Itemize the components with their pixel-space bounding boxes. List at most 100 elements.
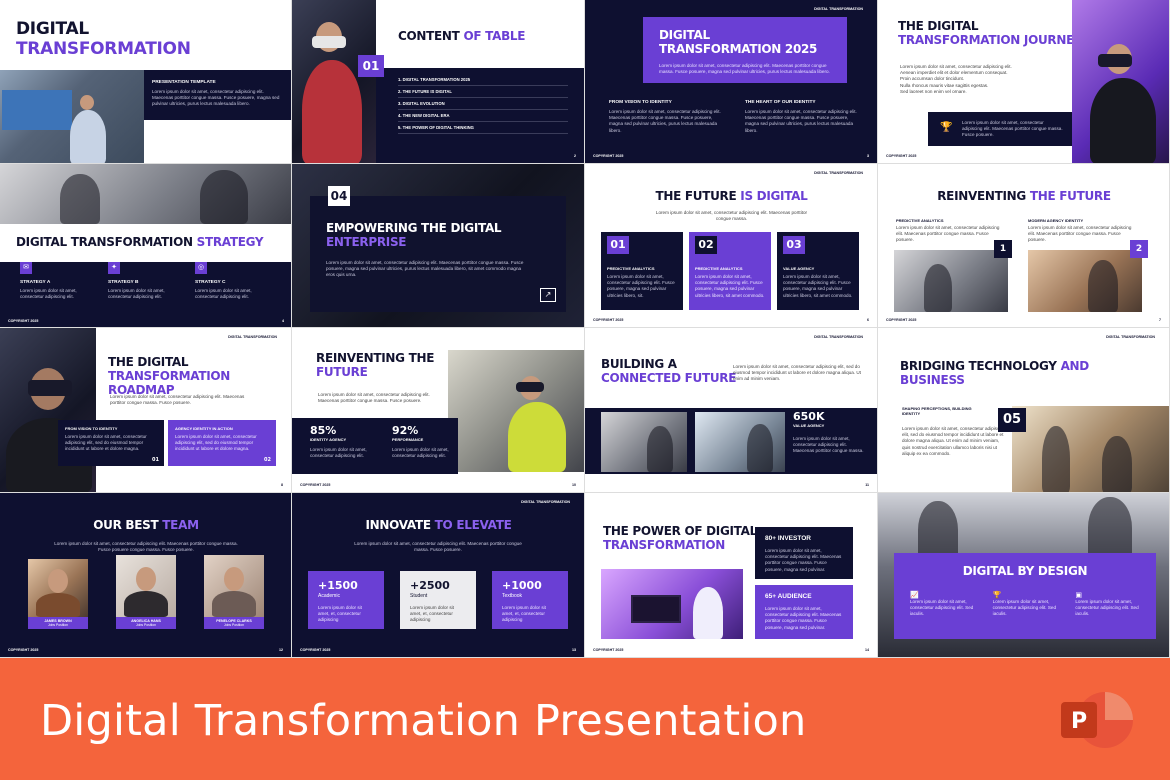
monitor-graphic bbox=[631, 595, 681, 623]
page-number: 3 bbox=[867, 154, 869, 158]
title-a: THE DIGITAL bbox=[108, 355, 189, 369]
slide-12-bridging[interactable]: DIGITAL TRANSFORMATION BRIDGING TECHNOLO… bbox=[878, 328, 1170, 493]
title-b: IS DIGITAL bbox=[740, 189, 808, 203]
stat-value: +1500 bbox=[318, 579, 358, 592]
card-label: PREDICTIVE ANALYTICS bbox=[607, 266, 655, 271]
title-c: BUSINESS bbox=[900, 372, 965, 387]
stat-text: Lorem ipsum dolor sit amet, et, consecte… bbox=[318, 605, 362, 623]
toc-item[interactable]: 1. DIGITAL TRANSFORMATION 2025 bbox=[398, 74, 568, 86]
slide-11-connected[interactable]: DIGITAL TRANSFORMATION BUILDING A CONNEC… bbox=[585, 328, 878, 493]
avatar bbox=[204, 555, 264, 617]
column-1: PREDICTIVE ANALYTICS Lorem ipsum dolor s… bbox=[896, 218, 1006, 244]
strategy-text: Lorem ipsum dolor sit amet, consectetur … bbox=[20, 288, 77, 300]
slide-2-content[interactable]: CONTENT OF TABLE 01 1. DIGITAL TRANSFORM… bbox=[292, 0, 585, 164]
footer-copyright: COPYRIGHT 2025 bbox=[886, 154, 917, 158]
brand-label: DIGITAL TRANSFORMATION bbox=[521, 500, 570, 504]
title-b: FUTURE bbox=[316, 364, 368, 379]
title-b: THE FUTURE bbox=[1029, 189, 1111, 203]
person-body bbox=[747, 424, 773, 472]
team-photo bbox=[1012, 406, 1169, 492]
stat-label: Academic bbox=[318, 593, 340, 599]
slide-13-team[interactable]: OUR BEST TEAM Lorem ipsum dolor sit amet… bbox=[0, 493, 292, 658]
toc-item[interactable]: 3. DIGITAL EVOLUTION bbox=[398, 98, 568, 110]
person-body bbox=[693, 587, 723, 639]
slide-15-power[interactable]: THE POWER OF DIGITAL TRANSFORMATION 80+ … bbox=[585, 493, 878, 658]
subtitle: PRESENTATION TEMPLATE bbox=[152, 80, 216, 85]
slide-9-roadmap[interactable]: DIGITAL TRANSFORMATION THE DIGITAL TRANS… bbox=[0, 328, 292, 493]
member-role: Jobs Position bbox=[223, 623, 245, 627]
title-line-1: DIGITAL bbox=[16, 19, 89, 39]
vr-headset-icon bbox=[516, 382, 544, 392]
col2-text: Lorem ipsum dolor sit amet, consectetur … bbox=[745, 109, 857, 133]
stat-text: Lorem ipsum dolor sit amet, consectetur … bbox=[310, 447, 367, 459]
subtitle-box: PRESENTATION TEMPLATE Lorem ipsum dolor … bbox=[144, 70, 291, 120]
office-photo bbox=[0, 70, 144, 163]
slide-7-future-digital[interactable]: DIGITAL TRANSFORMATION THE FUTURE IS DIG… bbox=[585, 164, 878, 328]
title-b: STRATEGY bbox=[196, 235, 264, 249]
toc-item[interactable]: 4. THE NEW DIGITAL ERA bbox=[398, 110, 568, 122]
page-number: 8 bbox=[281, 483, 283, 487]
chart-icon: 📈 bbox=[910, 591, 919, 599]
card-label: PREDICTIVE ANALYTICS bbox=[695, 266, 743, 271]
toc-list: 1. DIGITAL TRANSFORMATION 2025 2. THE FU… bbox=[398, 74, 568, 134]
gaming-desk-photo bbox=[601, 569, 743, 639]
powerpoint-icon[interactable]: P bbox=[1057, 689, 1135, 751]
image-icon: ▣ bbox=[1075, 591, 1082, 599]
person-body bbox=[1088, 260, 1118, 312]
slide-16-title: DIGITAL BY DESIGN bbox=[962, 564, 1088, 578]
slide-5-strategy[interactable]: DIGITAL TRANSFORMATION STRATEGY ✉ STRATE… bbox=[0, 164, 292, 328]
stat-value: 65+ AUDIENCE bbox=[765, 593, 812, 600]
card1-heading: FROM VISION TO IDENTITY bbox=[65, 426, 118, 431]
person-body bbox=[1042, 426, 1070, 492]
card-1: 01 PREDICTIVE ANALYTICS Lorem ipsum dolo… bbox=[601, 232, 683, 310]
footer-copyright: COPYRIGHT 2025 bbox=[593, 318, 624, 322]
member-role: Jobs Position bbox=[135, 623, 157, 627]
slide-10-reinventing[interactable]: REINVENTING THE FUTURE Lorem ipsum dolor… bbox=[292, 328, 585, 493]
slide-8-reinventing[interactable]: REINVENTING THE FUTURE PREDICTIVE ANALYT… bbox=[878, 164, 1170, 328]
card-text: Lorem ipsum dolor sit amet, consectetur … bbox=[695, 274, 765, 298]
body-text: Lorem ipsum dolor sit amet, consectetur … bbox=[152, 89, 280, 107]
stat-value: +1000 bbox=[502, 579, 542, 592]
avatar bbox=[28, 559, 88, 617]
title-box: DIGITAL TRANSFORMATION 2025 Lorem ipsum … bbox=[643, 17, 847, 83]
slide-3-title: DIGITAL TRANSFORMATION 2025 bbox=[659, 28, 818, 56]
target-icon: ◎ bbox=[195, 262, 207, 274]
card-number: 03 bbox=[783, 236, 805, 254]
page-number: 6 bbox=[867, 318, 869, 322]
stat-text: Lorem ipsum dolor sit amet, consectetur … bbox=[765, 606, 842, 630]
intro-text: Lorem ipsum dolor sit amet, consectetur … bbox=[318, 392, 430, 404]
stat-label: Textbook bbox=[502, 593, 523, 599]
person-body bbox=[1090, 78, 1156, 163]
toc-item[interactable]: 2. THE FUTURE IS DIGITAL bbox=[398, 86, 568, 98]
feature-text: Lorem ipsum dolor sit amet, consectetur … bbox=[910, 598, 974, 617]
brand-label: DIGITAL TRANSFORMATION bbox=[1106, 335, 1155, 339]
stat-label: Student bbox=[410, 593, 428, 599]
toc-item[interactable]: 5. THE POWER OF DIGITAL THINKING bbox=[398, 122, 568, 134]
stat-text: Lorem ipsum dolor sit amet, et, consecte… bbox=[410, 605, 454, 623]
slide-14-innovate[interactable]: DIGITAL TRANSFORMATION INNOVATE TO ELEVA… bbox=[292, 493, 585, 658]
info-box: 🏆 Lorem ipsum dolor sit amet, consectetu… bbox=[928, 112, 1072, 146]
info-text: Lorem ipsum dolor sit amet, consectetur … bbox=[962, 120, 1063, 138]
slide-1-cover[interactable]: DIGITAL TRANSFORMATION PRESENTATION TEMP… bbox=[0, 0, 292, 164]
content-box: DIGITAL BY DESIGN 📈 Lorem ipsum dolor si… bbox=[894, 553, 1156, 639]
slide-4-journey[interactable]: THE DIGITAL TRANSFORMATION JOURNEY Lorem… bbox=[878, 0, 1170, 164]
stat-card-1: +1500 Academic Lorem ipsum dolor sit ame… bbox=[308, 571, 384, 629]
stat-text: Lorem ipsum dolor sit amet, consectetur … bbox=[392, 447, 449, 459]
name-plate: PENELOPE CLARKS Jobs Position bbox=[204, 617, 264, 629]
slide-6-enterprise[interactable]: EMPOWERING THE DIGITAL ENTERPRISE Lorem … bbox=[292, 164, 585, 328]
title-a: REINVENTING THE bbox=[316, 351, 435, 365]
card1-text: Lorem ipsum dolor sit amet, consectetur … bbox=[65, 434, 147, 452]
stat-value: 92% bbox=[392, 424, 419, 437]
slide-16-design[interactable]: DIGITAL BY DESIGN 📈 Lorem ipsum dolor si… bbox=[878, 493, 1170, 658]
slide-3-transformation-2025[interactable]: DIGITAL TRANSFORMATION DIGITAL TRANSFORM… bbox=[585, 0, 878, 164]
person-head bbox=[80, 95, 94, 110]
person-body bbox=[36, 593, 80, 617]
person-body bbox=[200, 170, 248, 224]
slide-14-title: INNOVATE TO ELEVATE bbox=[292, 518, 584, 533]
intro-text: Lorem ipsum dolor sit amet, consectetur … bbox=[733, 364, 861, 382]
avatar bbox=[116, 555, 176, 617]
title-b: TRANSFORMATION bbox=[603, 537, 726, 552]
stat-card-2: +2500 Student Lorem ipsum dolor sit amet… bbox=[400, 571, 476, 629]
footer-copyright: COPYRIGHT 2025 bbox=[886, 318, 917, 322]
intro-text: Lorem ipsum dolor sit amet, consectetur … bbox=[54, 541, 238, 553]
